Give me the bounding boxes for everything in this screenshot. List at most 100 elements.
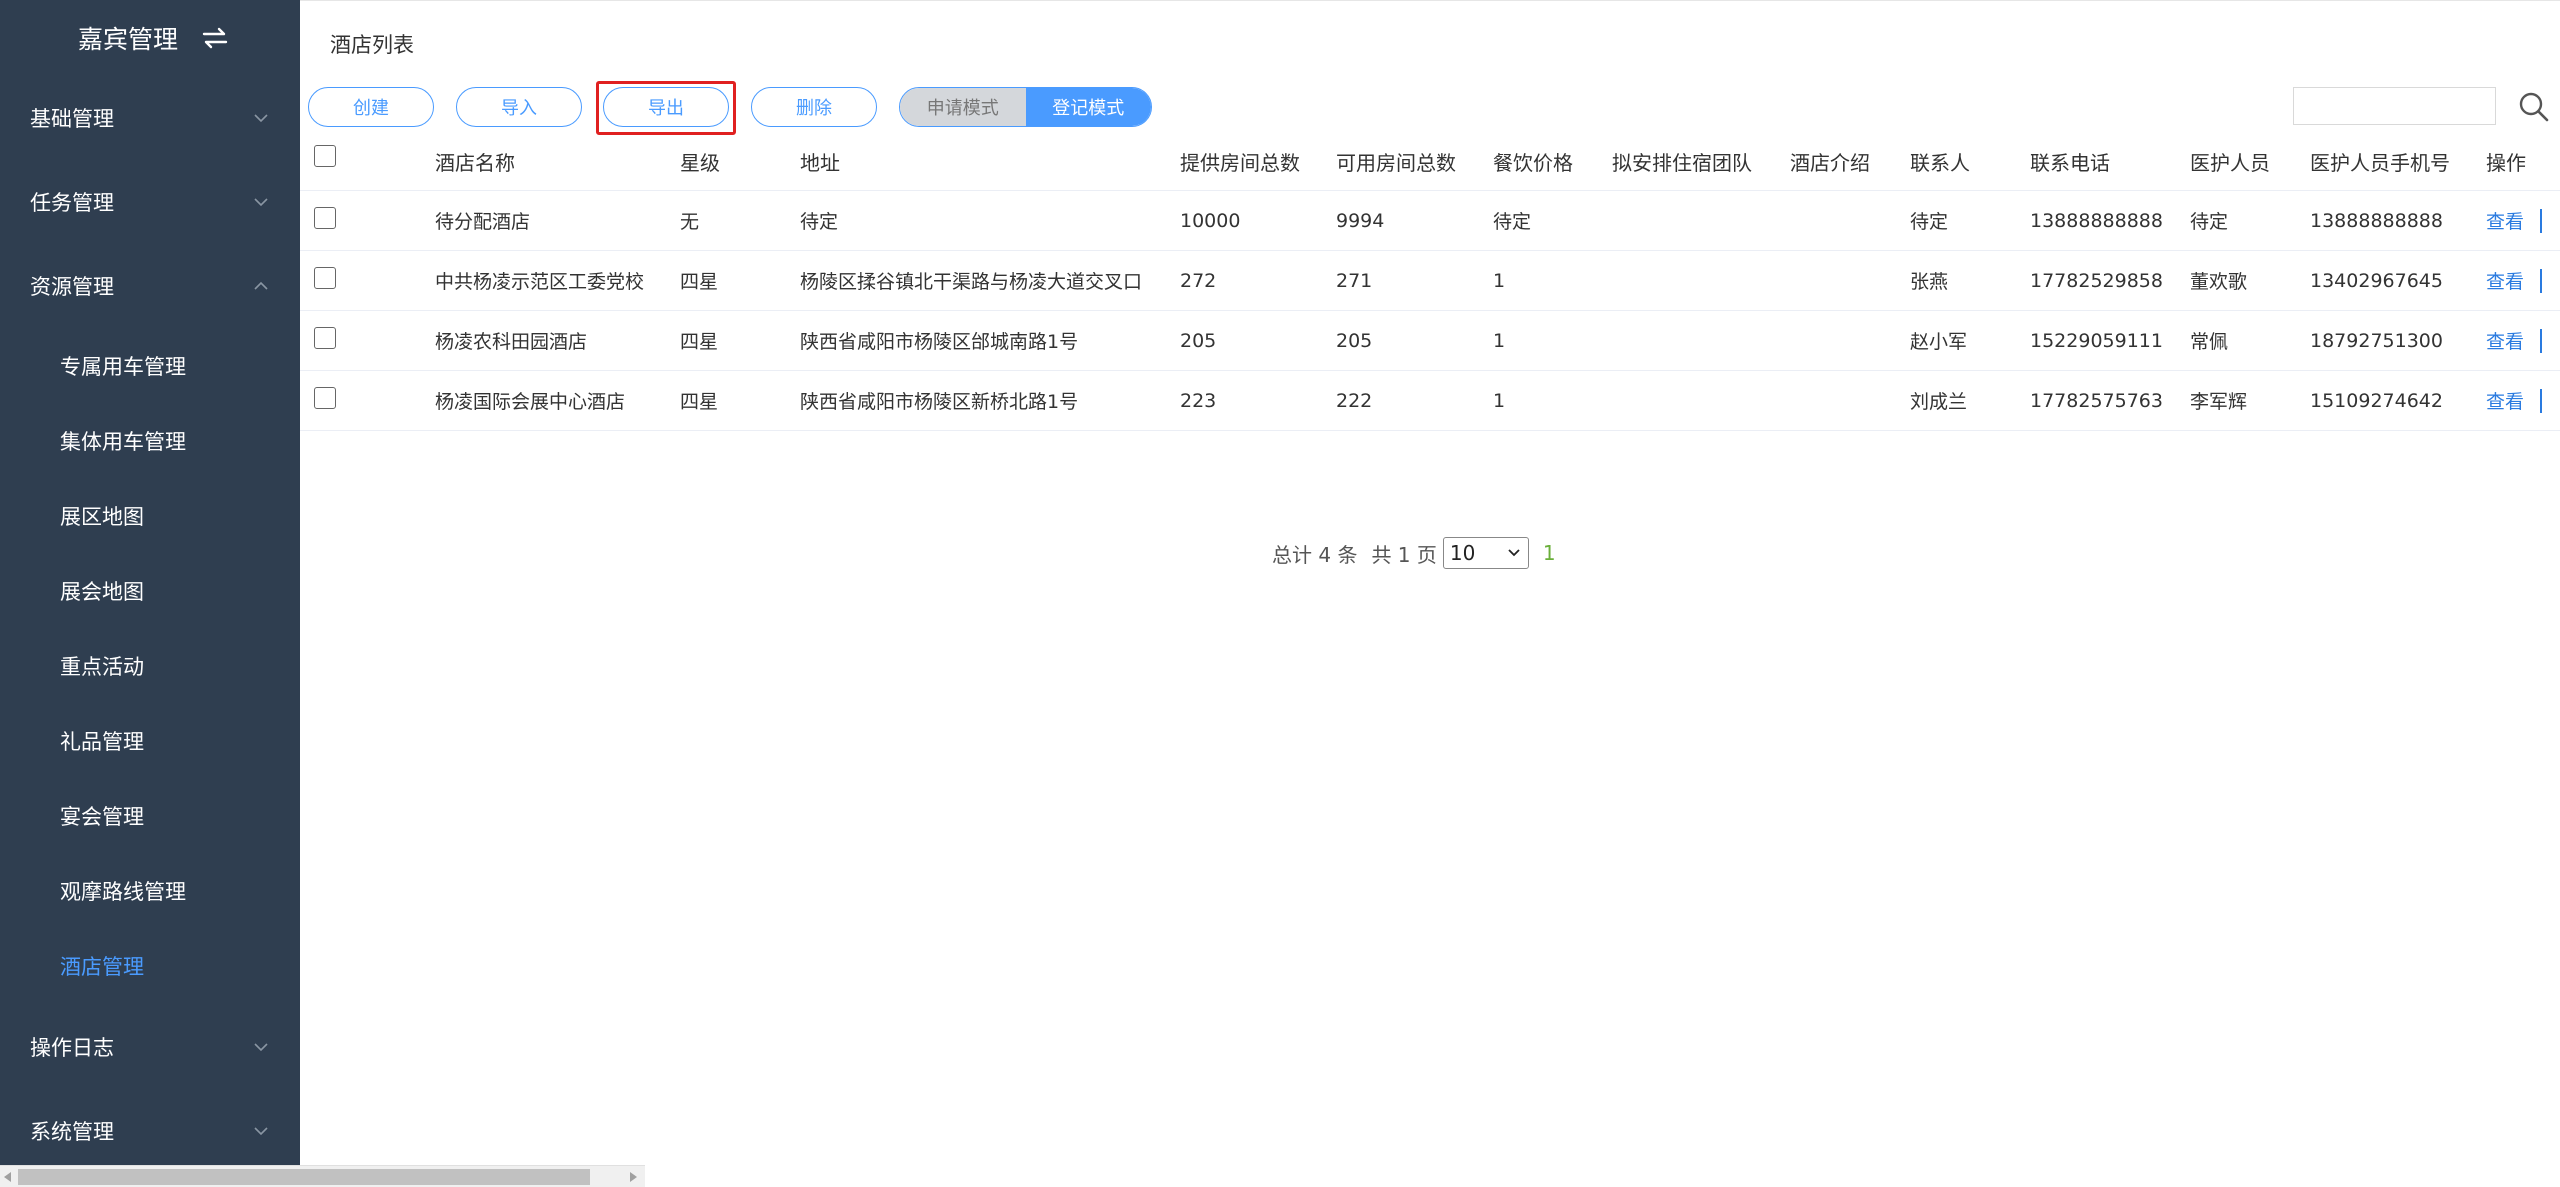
apply-mode-tab[interactable]: 申请模式 [900, 88, 1026, 126]
cell-medical-phone: 13888888888 [2310, 209, 2443, 232]
cell-hotel-name: 杨凌国际会展中心酒店 [435, 391, 626, 413]
cell-medical-phone: 15109274642 [2310, 389, 2443, 412]
row-checkbox[interactable] [314, 386, 336, 409]
sidebar-item-10[interactable]: 观摩路线管理 [0, 861, 300, 921]
delete-button[interactable]: 删除 [751, 87, 877, 127]
cell-available-rooms: 271 [1336, 269, 1373, 292]
page-size-select[interactable]: 10 [1442, 537, 1529, 569]
cell-star: 四星 [680, 391, 719, 413]
cell-medical-phone: 13402967645 [2310, 269, 2443, 292]
column-header-hotel-name: 酒店名称 [435, 151, 515, 175]
table-row: 中共杨凌示范区工委党校 四星 杨陵区揉谷镇北干渠路与杨凌大道交叉口 272 271 1 张燕… [300, 251, 2560, 311]
sidebar-item-7[interactable]: 重点活动 [0, 636, 300, 696]
cell-phone: 17782575763 [2030, 389, 2163, 412]
pagination-total: 总计 4 条 [1272, 542, 1358, 567]
column-header-available-rooms: 可用房间总数 [1336, 151, 1456, 175]
view-link[interactable]: 查看 [2486, 191, 2524, 250]
export-highlight-box [596, 81, 736, 135]
switch-icon[interactable] [200, 26, 230, 50]
cell-catering-price: 1 [1493, 389, 1506, 412]
page-title: 酒店列表 [330, 33, 414, 57]
sidebar-item-12[interactable]: 操作日志 [0, 1017, 300, 1077]
row-checkbox[interactable] [314, 266, 336, 289]
action-divider [2540, 209, 2542, 233]
sidebar-item-3[interactable]: 专属用车管理 [0, 336, 300, 396]
sidebar-item-13[interactable]: 系统管理 [0, 1101, 300, 1161]
cell-contact: 待定 [1910, 211, 1949, 233]
table-header: 酒店名称 星级 地址 提供房间总数 可用房间总数 餐饮价格 拟安排住宿团队 酒店介绍 联系人 联系… [300, 135, 2560, 191]
import-button[interactable]: 导入 [456, 87, 582, 127]
sidebar-item-11[interactable]: 酒店管理 [0, 936, 300, 996]
sidebar-item-2[interactable]: 资源管理 [0, 256, 300, 316]
column-header-catering-price: 餐饮价格 [1493, 151, 1573, 175]
scroll-left-icon[interactable] [4, 1172, 11, 1182]
cell-contact: 刘成兰 [1910, 391, 1968, 413]
sidebar-item-label: 操作日志 [30, 1036, 114, 1060]
cell-phone: 13888888888 [2030, 209, 2163, 232]
cell-address: 杨陵区揉谷镇北干渠路与杨凌大道交叉口 [800, 271, 1143, 293]
chevron-down-icon [254, 198, 268, 207]
chevron-down-icon [254, 114, 268, 123]
page-size-value: 10 [1449, 541, 1476, 565]
cell-total-rooms: 223 [1180, 389, 1217, 412]
cell-star: 无 [680, 211, 700, 233]
cell-available-rooms: 205 [1336, 329, 1373, 352]
sidebar-item-label: 酒店管理 [60, 955, 144, 979]
search-input[interactable] [2293, 87, 2496, 125]
cell-address: 陕西省咸阳市杨陵区新桥北路1号 [800, 391, 1079, 413]
page-number-current[interactable]: 1 [1543, 541, 1556, 565]
cell-star: 四星 [680, 271, 719, 293]
sidebar-item-9[interactable]: 宴会管理 [0, 786, 300, 846]
chevron-down-icon [1508, 549, 1520, 557]
sidebar-item-label: 展区地图 [60, 505, 144, 529]
cell-total-rooms: 205 [1180, 329, 1217, 352]
chevron-up-icon [254, 281, 268, 290]
sidebar-item-4[interactable]: 集体用车管理 [0, 411, 300, 471]
cell-hotel-name: 待分配酒店 [435, 211, 531, 233]
view-link[interactable]: 查看 [2486, 371, 2524, 430]
action-divider [2540, 389, 2542, 413]
row-checkbox[interactable] [314, 326, 336, 349]
sidebar-item-8[interactable]: 礼品管理 [0, 711, 300, 771]
select-all-checkbox[interactable] [314, 145, 336, 167]
cell-hotel-name: 杨凌农科田园酒店 [435, 331, 588, 353]
row-checkbox[interactable] [314, 206, 336, 229]
register-mode-tab[interactable]: 登记模式 [1025, 88, 1151, 126]
sidebar-item-0[interactable]: 基础管理 [0, 88, 300, 148]
cell-phone: 17782529858 [2030, 269, 2163, 292]
view-link[interactable]: 查看 [2486, 311, 2524, 370]
sidebar-item-label: 资源管理 [30, 275, 114, 299]
sidebar-item-label: 基础管理 [30, 107, 114, 131]
cell-available-rooms: 9994 [1336, 209, 1385, 232]
sidebar-item-5[interactable]: 展区地图 [0, 486, 300, 546]
hotel-table: 酒店名称 星级 地址 提供房间总数 可用房间总数 餐饮价格 拟安排住宿团队 酒店介绍 联系人 联系… [300, 135, 2560, 431]
sidebar-item-6[interactable]: 展会地图 [0, 561, 300, 621]
view-link[interactable]: 查看 [2486, 251, 2524, 310]
cell-catering-price: 待定 [1493, 211, 1532, 233]
chevron-down-icon [254, 1127, 268, 1136]
sidebar-item-label: 重点活动 [60, 655, 144, 679]
sidebar: 嘉宾管理 基础管理任务管理资源管理专属用车管理 集体用车管理展区地图展会地图重点活… [0, 0, 300, 1187]
column-header-medical-phone: 医护人员手机号 [2310, 151, 2450, 175]
cell-address: 陕西省咸阳市杨陵区邰城南路1号 [800, 331, 1079, 353]
search-icon[interactable] [2518, 91, 2550, 123]
sidebar-item-label: 任务管理 [30, 191, 114, 215]
column-header-star: 星级 [680, 151, 720, 175]
action-divider [2540, 269, 2542, 293]
sidebar-item-label: 观摩路线管理 [60, 880, 186, 904]
app-title: 嘉宾管理 [78, 25, 179, 54]
cell-catering-price: 1 [1493, 269, 1506, 292]
cell-catering-price: 1 [1493, 329, 1506, 352]
sidebar-item-1[interactable]: 任务管理 [0, 172, 300, 232]
sidebar-item-label: 展会地图 [60, 580, 144, 604]
cell-medical-staff: 董欢歌 [2190, 271, 2248, 293]
column-header-action: 操作 [2486, 151, 2526, 175]
column-header-team: 拟安排住宿团队 [1612, 151, 1752, 175]
action-divider [2540, 329, 2542, 353]
cell-total-rooms: 10000 [1180, 209, 1241, 232]
create-button[interactable]: 创建 [308, 87, 434, 127]
column-header-total-rooms: 提供房间总数 [1180, 151, 1300, 175]
cell-medical-staff: 李军辉 [2190, 391, 2248, 413]
cell-total-rooms: 272 [1180, 269, 1217, 292]
table-row: 杨凌国际会展中心酒店 四星 陕西省咸阳市杨陵区新桥北路1号 223 222 1 刘成兰 177… [300, 371, 2560, 431]
